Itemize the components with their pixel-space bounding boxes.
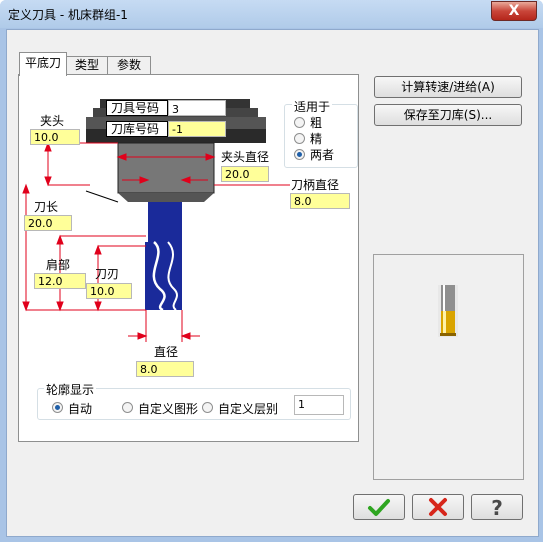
radio-auto-label: 自动 — [68, 402, 93, 416]
tool-preview-icon — [438, 285, 458, 337]
cancel-button[interactable] — [412, 494, 464, 520]
diameter-field[interactable]: 8.0 — [136, 361, 194, 377]
close-button[interactable]: X — [491, 1, 537, 21]
library-number-field[interactable]: -1 — [168, 121, 226, 137]
tab-type[interactable]: 类型 — [65, 56, 109, 75]
tool-preview-pane — [373, 254, 524, 480]
shoulder-length-label: 肩部 — [46, 258, 71, 272]
save-to-library-button[interactable]: 保存至刀库(S)... — [374, 104, 522, 126]
radio-custom-shape-label: 自定义图形 — [138, 402, 199, 416]
radio-finish-label: 精 — [310, 132, 323, 146]
shoulder-length-field[interactable]: 12.0 — [34, 273, 86, 289]
overall-length-label: 刀长 — [34, 200, 59, 214]
question-icon: ? — [491, 496, 503, 520]
radio-custom-shape[interactable] — [122, 402, 133, 413]
close-icon: X — [508, 3, 520, 19]
flute-length-field[interactable]: 10.0 — [86, 283, 132, 299]
tool-number-label: 刀具号码 — [106, 100, 168, 116]
holder-diameter-label: 夹头直径 — [221, 150, 270, 164]
radio-finish[interactable] — [294, 133, 305, 144]
tab-flat-endmill[interactable]: 平底刀 — [19, 52, 67, 76]
radio-rough-label: 粗 — [310, 116, 323, 130]
shank-diameter-field[interactable]: 8.0 — [290, 193, 350, 209]
shank-diameter-label: 刀柄直径 — [291, 178, 340, 192]
tool-shank — [148, 202, 182, 242]
radio-auto[interactable] — [52, 402, 63, 413]
diameter-label: 直径 — [154, 345, 179, 359]
radio-custom-layer[interactable] — [202, 402, 213, 413]
library-number-label: 刀库号码 — [106, 121, 168, 137]
apply-to-title: 适用于 — [292, 98, 333, 115]
flute-length-label: 刀刃 — [95, 267, 120, 281]
layer-number-field[interactable]: 1 — [294, 395, 344, 415]
tool-number-field[interactable]: 3 — [168, 100, 226, 116]
radio-custom-layer-label: 自定义层别 — [218, 402, 279, 416]
tab-parameters[interactable]: 参数 — [107, 56, 151, 75]
title-bar[interactable]: 定义刀具 - 机床群组-1 — [0, 0, 543, 28]
window-title: 定义刀具 - 机床群组-1 — [8, 8, 128, 22]
checkmark-icon — [368, 499, 390, 516]
help-button[interactable]: ? — [471, 494, 523, 520]
svg-text:?: ? — [491, 496, 503, 519]
profile-display-title: 轮廓显示 — [44, 381, 97, 398]
ok-button[interactable] — [353, 494, 405, 520]
holder-nose — [118, 193, 214, 202]
radio-both[interactable] — [294, 149, 305, 160]
calc-feed-speed-button[interactable]: 计算转速/进给(A) — [374, 76, 522, 98]
overall-length-field[interactable]: 20.0 — [24, 215, 72, 231]
x-icon — [429, 498, 447, 516]
holder-diameter-field[interactable]: 20.0 — [221, 166, 269, 182]
radio-rough[interactable] — [294, 117, 305, 128]
holder-length-label: 夹头 — [40, 114, 65, 128]
holder-body — [117, 142, 215, 194]
radio-both-label: 两者 — [310, 148, 335, 162]
holder-length-field[interactable]: 10.0 — [30, 129, 80, 145]
